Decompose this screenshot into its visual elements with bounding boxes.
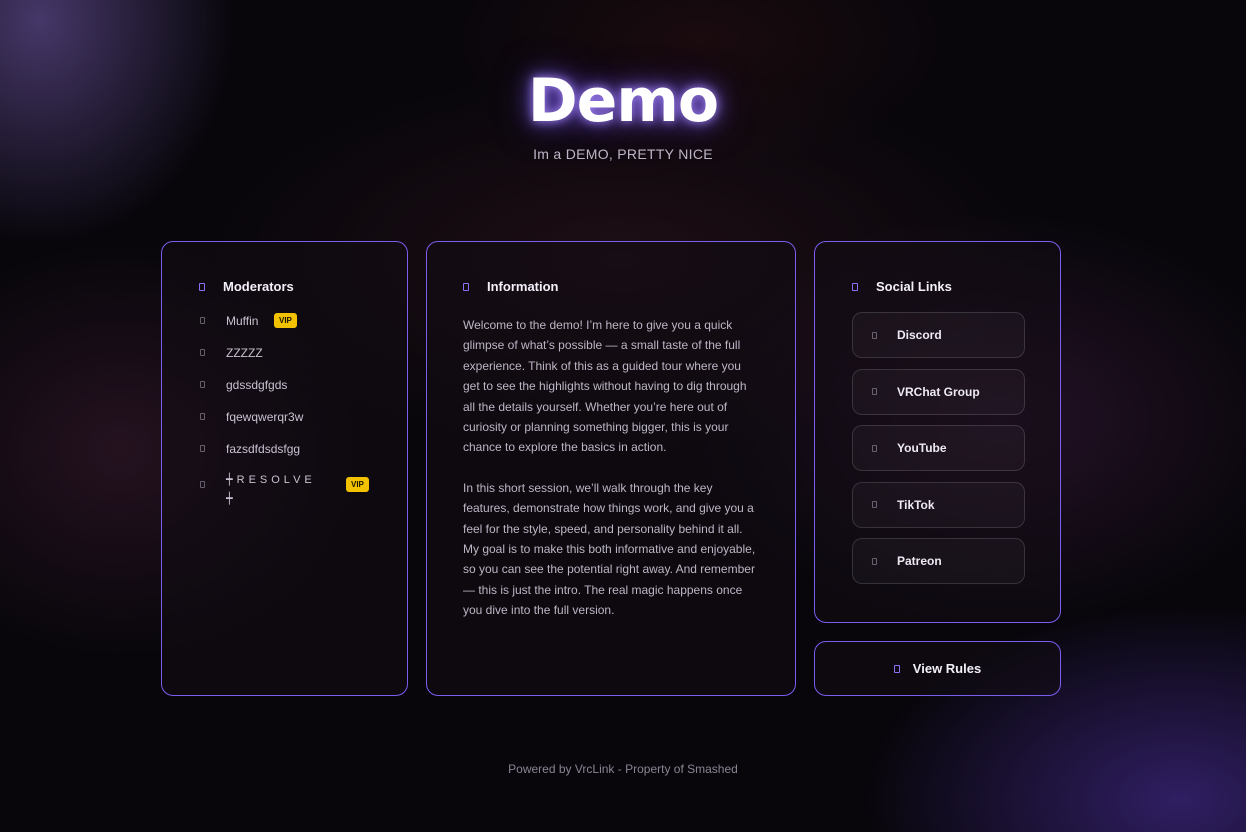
information-header: Information (463, 279, 759, 294)
moderator-name: Muffin (226, 314, 259, 328)
link-icon (852, 282, 858, 291)
information-heading: Information (487, 279, 559, 294)
book-icon (893, 664, 900, 673)
moderator-item: ┿RESOLVE┿ VIP (199, 474, 407, 514)
moderator-item: ZZZZZ (199, 346, 407, 378)
patreon-icon (872, 557, 877, 565)
footer: Powered by VrcLink - Property of Smashed (508, 762, 738, 776)
vrchat-group-link[interactable]: VRChat Group (852, 368, 1025, 415)
social-links-card: Social Links Discord VRChat Group YouTub… (814, 241, 1061, 623)
page-title: Demo (527, 66, 719, 136)
patreon-link[interactable]: Patreon (852, 538, 1025, 584)
page-subtitle: Im a DEMO, PRETTY NICE (533, 146, 713, 162)
info-icon (463, 282, 469, 291)
moderator-item: fqewqwerqr3w (199, 410, 407, 442)
information-paragraph: Welcome to the demo! I’m here to give yo… (463, 318, 747, 455)
moderator-item: fazsdfdsdsfgg (199, 442, 407, 474)
shield-icon (199, 282, 205, 291)
vrchat-icon (872, 388, 877, 395)
view-rules-button[interactable]: View Rules (814, 641, 1061, 696)
moderator-item: gdssdgfgds (199, 378, 407, 410)
tiktok-icon (872, 501, 877, 508)
moderator-name: fqewqwerqr3w (226, 410, 304, 424)
youtube-icon (872, 444, 877, 452)
moderator-list: Muffin VIP ZZZZZ gdssdgfgds fqewqwerqr3w… (199, 313, 407, 514)
vip-badge: VIP (346, 477, 369, 492)
social-links-heading: Social Links (876, 279, 952, 294)
moderators-header: Moderators (199, 279, 407, 294)
moderators-card: Moderators Muffin VIP ZZZZZ gdssdgfgds f… (161, 241, 408, 696)
vip-badge: VIP (274, 313, 297, 328)
moderator-name: fazsdfdsdsfgg (226, 442, 301, 456)
user-icon (200, 317, 205, 324)
moderator-name: ┿RESOLVE┿ (226, 474, 316, 505)
social-link-label: Discord (897, 328, 942, 342)
social-links-header: Social Links (852, 279, 1024, 294)
information-card: Information Welcome to the demo! I’m her… (426, 241, 796, 696)
information-paragraph: In this short session, we’ll walk throug… (463, 480, 756, 618)
user-icon (200, 481, 205, 488)
discord-link[interactable]: Discord (852, 312, 1025, 358)
tiktok-link[interactable]: TikTok (852, 481, 1025, 528)
discord-icon (872, 331, 877, 339)
moderator-name: gdssdgfgds (226, 378, 288, 392)
youtube-link[interactable]: YouTube (852, 425, 1025, 471)
hero: Demo Im a DEMO, PRETTY NICE (0, 66, 1246, 162)
moderator-name: ZZZZZ (226, 346, 263, 360)
social-link-label: Patreon (897, 554, 942, 568)
social-link-label: TikTok (897, 497, 935, 512)
moderators-heading: Moderators (223, 279, 294, 294)
social-link-label: VRChat Group (897, 384, 980, 399)
social-link-label: YouTube (897, 441, 947, 455)
view-rules-label: View Rules (912, 661, 982, 676)
moderator-item: Muffin VIP (199, 313, 407, 346)
user-icon (200, 445, 205, 452)
user-icon (200, 349, 205, 356)
user-icon (200, 381, 205, 388)
user-icon (200, 413, 205, 420)
